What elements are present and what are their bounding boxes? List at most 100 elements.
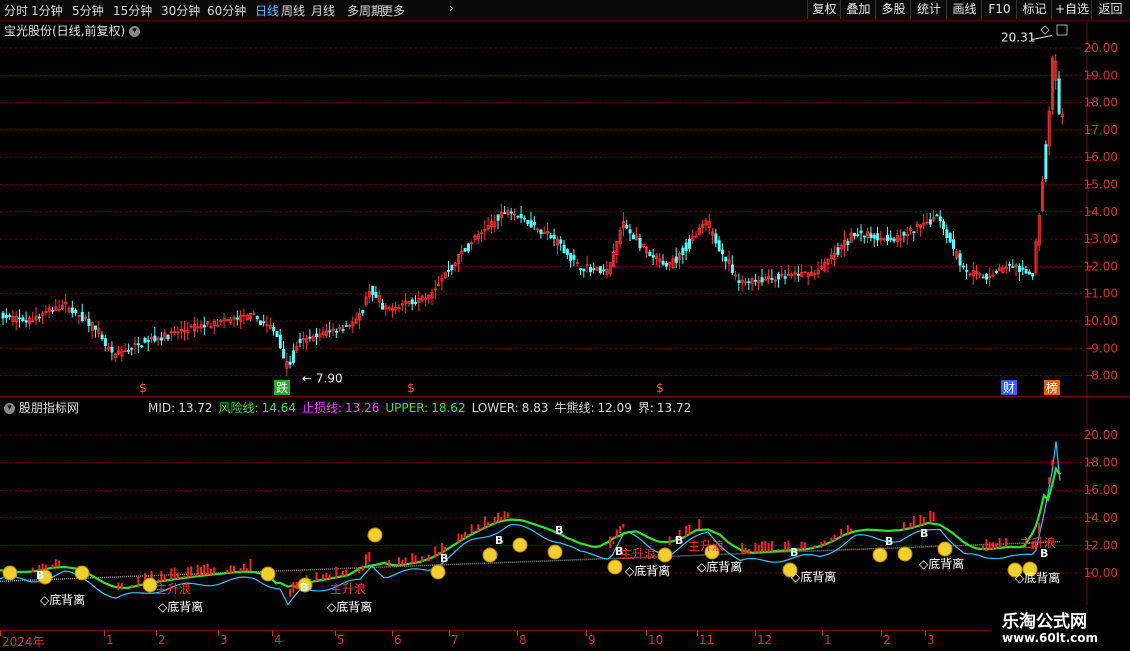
indicator-title[interactable]: ▾ 股朋指标网 (4, 399, 79, 416)
period-5[interactable]: 60分钟 (207, 2, 246, 19)
face-signal-icon (74, 565, 90, 581)
candle-body (341, 329, 345, 331)
face-signal-icon (937, 541, 953, 557)
legend-item: 牛熊线: 12.09 (554, 401, 631, 415)
period-7[interactable]: 周线 (281, 2, 305, 19)
momentum-bar (800, 541, 803, 550)
date-tick-mark (272, 631, 273, 636)
toolbar-button[interactable]: 返回 (1091, 0, 1129, 19)
momentum-bar (388, 560, 391, 568)
toolbar-button[interactable]: +自选 (1051, 0, 1092, 19)
price-tick-label: 12.00 (1084, 259, 1118, 273)
candle-body (21, 317, 25, 322)
momentum-bar (922, 516, 925, 525)
toolbar-button[interactable]: 画线 (946, 0, 982, 19)
candle-body (763, 278, 767, 281)
buy-signal-label: B (440, 552, 448, 565)
momentum-bar (619, 526, 622, 534)
period-10[interactable]: 更多 (381, 2, 405, 19)
candle-body (103, 338, 107, 346)
momentum-bar (777, 548, 780, 552)
period-6[interactable]: 日线 (255, 2, 279, 19)
diamond-icon[interactable] (1040, 25, 1050, 35)
price-tick-label: 16.00 (1084, 150, 1118, 164)
candle-body (981, 276, 985, 279)
event-marker[interactable]: 跌 (276, 380, 288, 395)
momentum-bar (137, 576, 140, 586)
toolbar-button[interactable]: 统计 (910, 0, 947, 19)
candle-body (519, 214, 523, 219)
candle-body (51, 309, 55, 312)
chevron-right-icon[interactable]: › (449, 1, 454, 15)
momentum-bar (170, 568, 173, 580)
momentum-bar (444, 546, 447, 552)
period-8[interactable]: 月线 (311, 2, 335, 19)
toolbar-button[interactable]: 复权 (807, 0, 841, 19)
dividend-marker[interactable]: $ (139, 381, 147, 395)
low-price-label: ← 7.90 (302, 371, 343, 385)
candle-body (262, 321, 266, 324)
momentum-bar (434, 546, 437, 558)
kline-chart[interactable]: 20.00 19.00 18.00 17.00 16.00 15.00 14.00 13.00… (0, 20, 1130, 396)
dividend-marker[interactable]: $ (656, 381, 664, 395)
candle-body (994, 271, 998, 273)
dividend-marker[interactable]: $ (407, 381, 415, 395)
candle-body (859, 230, 863, 234)
toolbar-button[interactable]: 标记 (1016, 0, 1052, 19)
candle-body (565, 249, 569, 255)
momentum-bar (421, 556, 424, 562)
event-marker[interactable]: 财 (1003, 381, 1015, 395)
main-chart-title[interactable]: 宝光股份(日线,前复权) ▾ (4, 22, 141, 39)
candle-body (948, 233, 952, 243)
indicator-name: 股朋指标网 (18, 401, 79, 415)
momentum-bar (612, 541, 615, 545)
toolbar-button[interactable]: F10 (981, 0, 1017, 19)
candle-body (70, 307, 74, 314)
candle-body (202, 324, 206, 328)
momentum-bar (213, 567, 216, 575)
price-tick-label: 9.00 (1091, 341, 1118, 355)
candle-body (579, 268, 583, 271)
candle-body (721, 249, 725, 255)
indicator-chart[interactable]: 20.00 18.00 16.00 14.00 12.00 10.00 ◇底背离 ◇底背离 ◇底… (0, 397, 1130, 630)
candle-body (770, 278, 774, 280)
momentum-bar (820, 541, 823, 548)
legend-item: UPPER: 18.62 (385, 401, 465, 415)
candle-body (638, 237, 642, 249)
momentum-bar (764, 540, 767, 553)
panel-toggle-icon[interactable] (1056, 24, 1068, 36)
price-tick-label: 11.00 (1084, 287, 1118, 301)
chevron-down-icon[interactable]: ▾ (4, 403, 15, 414)
legend-value: 14.64 (261, 401, 296, 415)
toolbar-button[interactable]: 多股 (875, 0, 911, 19)
chevron-down-icon[interactable]: ▾ (129, 26, 141, 37)
date-tick-label: 1 (824, 633, 832, 647)
candle-body (328, 330, 332, 333)
period-9[interactable]: 多周期 (347, 2, 383, 19)
period-2[interactable]: 5分钟 (72, 2, 104, 19)
candle-body (153, 335, 157, 342)
period-3[interactable]: 15分钟 (113, 2, 152, 19)
toolbar-button[interactable]: 叠加 (840, 0, 876, 19)
momentum-bar (477, 524, 480, 532)
period-4[interactable]: 30分钟 (161, 2, 200, 19)
high-price-label: 20.31 (1001, 31, 1035, 45)
period-0[interactable]: 分时 (4, 2, 28, 19)
date-tick-label: 5 (337, 633, 345, 647)
date-tick-label: 12 (757, 633, 773, 647)
event-marker[interactable]: 榜 (1046, 380, 1058, 395)
momentum-bar (506, 512, 509, 518)
candle-body (450, 264, 454, 271)
momentum-bar (173, 567, 176, 580)
face-signal-icon (482, 547, 498, 563)
legend-key: UPPER: (385, 401, 429, 415)
candle-body (523, 217, 527, 220)
candle-body (717, 240, 721, 252)
date-tick-label: 3 (927, 633, 935, 647)
legend-key: LOWER: (471, 401, 519, 415)
date-tick-mark (517, 631, 518, 636)
momentum-bar (480, 527, 483, 530)
candle-body (509, 211, 513, 214)
period-1[interactable]: 1分钟 (31, 2, 63, 19)
date-tick-mark (925, 631, 926, 636)
